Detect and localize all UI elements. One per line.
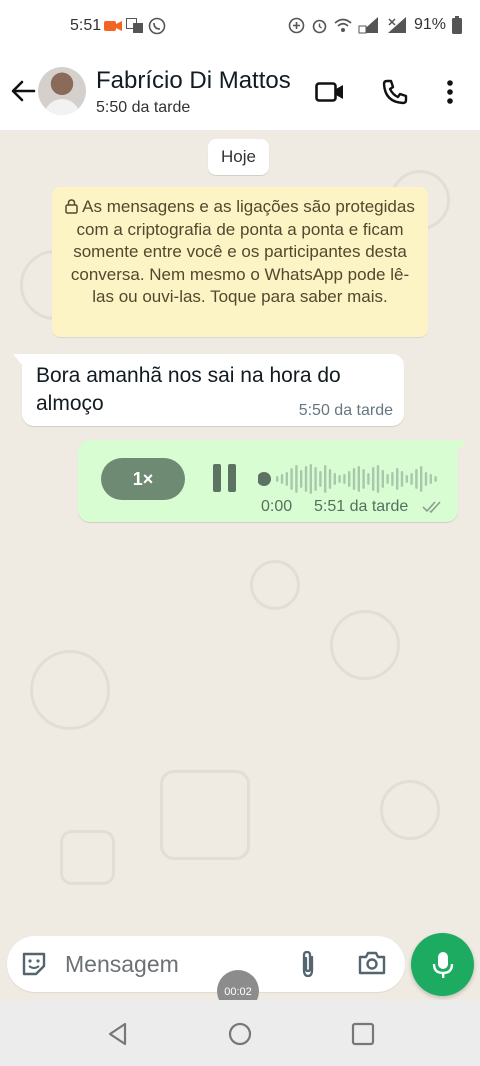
waveform-bar	[348, 471, 351, 487]
voice-waveform[interactable]	[258, 462, 444, 496]
waveform-bar	[304, 466, 308, 492]
waveform-bar	[372, 467, 375, 491]
system-nav-bar	[0, 1000, 480, 1066]
waveform-bar	[343, 474, 346, 484]
last-seen[interactable]: 5:50 da tarde	[96, 99, 190, 117]
incoming-message[interactable]: Bora amanhã nos sai na hora do almoço 5:…	[13, 354, 404, 426]
waveform-bar	[276, 476, 279, 482]
battery-percent: 91%	[413, 16, 446, 33]
waveform-bar	[386, 474, 389, 484]
pause-button[interactable]	[213, 464, 239, 494]
wallpaper-doodle	[30, 650, 110, 730]
translate-icon	[126, 18, 143, 33]
lock-icon	[65, 199, 78, 214]
wallpaper-doodle	[330, 610, 400, 680]
sticker-icon[interactable]	[20, 950, 48, 978]
system-icons: 91%	[288, 16, 462, 34]
battery-icon	[452, 16, 462, 34]
status-time: 5:51	[70, 17, 102, 34]
phone-icon	[382, 79, 408, 105]
waveform-bar	[352, 468, 356, 490]
waveform-bar	[429, 474, 432, 484]
status-bar: 5:51 91%	[0, 0, 480, 54]
waveform-bar	[420, 466, 423, 492]
playhead-dot[interactable]	[258, 472, 271, 486]
message-input[interactable]: Mensagem	[65, 951, 179, 978]
message-composer[interactable]: Mensagem	[7, 936, 405, 992]
alarm-icon	[312, 19, 327, 33]
chat-area[interactable]: Hoje As mensagens e as ligações são prot…	[0, 130, 480, 935]
waveform-bar	[338, 475, 341, 483]
encryption-notice[interactable]: As mensagens e as ligações são protegida…	[52, 187, 428, 337]
nav-back-icon[interactable]	[104, 1020, 132, 1048]
waveform-bar	[290, 468, 293, 490]
date-chip: Hoje	[208, 139, 269, 175]
attach-icon[interactable]	[295, 949, 321, 979]
waveform-bar	[405, 475, 408, 483]
notification-icons	[104, 17, 166, 35]
mic-icon	[432, 951, 453, 978]
avatar[interactable]	[38, 67, 86, 115]
waveform-bar	[424, 472, 428, 486]
message-time: 5:50 da tarde	[298, 402, 393, 419]
waveform-bar	[396, 468, 399, 490]
waveform-bar	[376, 465, 380, 493]
playback-speed-button[interactable]: 1×	[101, 458, 185, 500]
waveform-bar	[328, 469, 332, 489]
wallpaper-doodle	[380, 780, 440, 840]
video-call-icon	[315, 82, 343, 102]
waveform-bar	[362, 469, 365, 489]
mic-button[interactable]	[411, 933, 474, 996]
waveform-bar	[324, 465, 327, 493]
signal-icon-1	[358, 17, 378, 34]
wallpaper-doodle	[60, 830, 115, 885]
waveform-bar	[295, 465, 298, 493]
waveform-bar	[400, 471, 404, 487]
double-check-icon	[422, 501, 441, 514]
camera-icon[interactable]	[357, 950, 387, 976]
waveform-bar	[300, 470, 303, 488]
waveform-bar	[285, 472, 288, 486]
signal-icon-2	[387, 17, 406, 33]
nav-home-icon[interactable]	[226, 1020, 254, 1048]
whatsapp-notification-icon	[148, 17, 166, 35]
more-options-button[interactable]	[434, 76, 466, 108]
video-notification-icon	[104, 21, 122, 31]
outgoing-voice-message[interactable]: 1× 0:00 5:51 da tarde	[78, 440, 467, 522]
more-vert-icon	[447, 80, 453, 104]
back-arrow-icon[interactable]	[8, 76, 38, 106]
wifi-icon	[334, 18, 352, 32]
nav-recents-icon[interactable]	[349, 1020, 377, 1048]
data-saver-icon	[288, 17, 305, 33]
video-call-button[interactable]	[314, 76, 346, 108]
waveform-bar	[415, 469, 418, 489]
voice-call-button[interactable]	[379, 76, 411, 108]
waveform-bar	[434, 476, 437, 482]
waveform-bar	[410, 473, 413, 485]
waveform-bar	[280, 474, 284, 484]
chat-header: Fabrício Di Mattos 5:50 da tarde	[0, 54, 480, 130]
contact-name[interactable]: Fabrício Di Mattos	[96, 67, 291, 95]
encryption-notice-text: As mensagens e as ligações são protegida…	[70, 197, 415, 306]
waveform-bar	[309, 464, 312, 494]
waveform-bar	[367, 473, 370, 485]
waveform-bar	[314, 467, 317, 491]
waveform-bar	[319, 471, 322, 487]
waveform-bar	[357, 466, 360, 492]
wallpaper-doodle	[160, 770, 250, 860]
message-time: 5:51 da tarde	[314, 498, 409, 515]
wallpaper-doodle	[250, 560, 300, 610]
waveform-bar	[391, 472, 394, 486]
waveform-bar	[381, 470, 384, 488]
waveform-bar	[333, 473, 336, 485]
voice-duration: 0:00	[261, 498, 293, 515]
